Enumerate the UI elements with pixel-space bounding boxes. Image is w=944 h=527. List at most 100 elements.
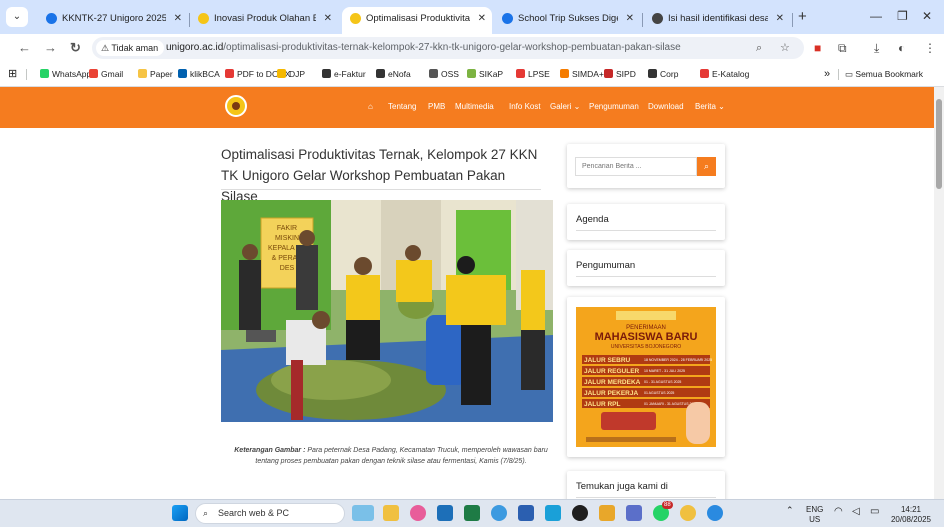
profile-icon[interactable]: ◐ bbox=[898, 38, 905, 58]
extension-icon[interactable]: ■ bbox=[814, 38, 821, 58]
all-bookmarks-button[interactable]: ▭ Semua Bookmark bbox=[845, 66, 923, 82]
close-window-icon[interactable]: ✕ bbox=[922, 5, 932, 27]
bookmark-item[interactable]: e-Faktur bbox=[322, 66, 366, 82]
volume-icon[interactable]: ◁ bbox=[852, 507, 860, 517]
outlook-icon[interactable] bbox=[437, 505, 453, 521]
close-icon[interactable]: ✕ bbox=[626, 7, 634, 31]
widget-divider bbox=[576, 230, 716, 231]
apps-grid-icon[interactable]: ⊞ bbox=[8, 66, 17, 82]
news-search-input[interactable] bbox=[575, 157, 697, 176]
not-secure-badge[interactable]: ⚠ Tidak aman bbox=[96, 40, 165, 56]
notepad-icon[interactable] bbox=[626, 505, 642, 521]
nav-info-kost[interactable]: Info Kost bbox=[509, 102, 541, 112]
chrome-icon[interactable] bbox=[680, 505, 696, 521]
language-indicator[interactable]: ENG US bbox=[806, 506, 823, 524]
network-app-icon[interactable] bbox=[545, 505, 561, 521]
nav-pengumuman[interactable]: Pengumuman bbox=[589, 102, 639, 112]
taskbar-search-box[interactable]: ⌕ Search web & PC bbox=[195, 503, 345, 524]
tab-school-trip[interactable]: School Trip Sukses Digelar d ✕ bbox=[494, 7, 640, 34]
zoom-icon[interactable]: ⌕ bbox=[756, 40, 762, 56]
bookmark-item[interactable]: OSS bbox=[429, 66, 459, 82]
bookmark-item[interactable]: Gmail bbox=[89, 66, 123, 82]
bookmark-favicon-icon bbox=[322, 69, 331, 78]
tab-optimalisasi-active[interactable]: Optimalisasi Produktivitas Te ✕ bbox=[342, 7, 492, 34]
wifi-icon[interactable]: ◠ bbox=[834, 507, 843, 517]
excel-icon[interactable] bbox=[464, 505, 480, 521]
word-icon[interactable] bbox=[518, 505, 534, 521]
nav-multimedia[interactable]: Multimedia bbox=[455, 102, 494, 112]
edge-icon[interactable] bbox=[491, 505, 507, 521]
whatsapp-icon[interactable]: 88 bbox=[653, 501, 673, 521]
reload-icon[interactable]: ↻ bbox=[70, 38, 81, 58]
app-icon[interactable] bbox=[599, 505, 615, 521]
close-icon[interactable]: ✕ bbox=[324, 7, 332, 31]
chevron-up-icon[interactable]: ⌃ bbox=[786, 506, 794, 515]
tab-inovasi[interactable]: Inovasi Produk Olahan Biosf ✕ bbox=[190, 7, 338, 34]
new-tab-icon[interactable]: + bbox=[798, 7, 807, 27]
app-icon[interactable] bbox=[572, 505, 588, 521]
tab-kkntk[interactable]: KKNTK-27 Unigoro 2025 Gel ✕ bbox=[38, 7, 188, 34]
chrome-menu-icon[interactable]: ⋮ bbox=[924, 38, 936, 58]
bookmark-favicon-icon bbox=[648, 69, 657, 78]
back-icon[interactable]: ← bbox=[18, 38, 31, 58]
clock-time: 14:21 bbox=[900, 505, 922, 514]
bookmark-favicon-icon bbox=[376, 69, 385, 78]
bookmark-item[interactable]: SIMDA+ bbox=[560, 66, 604, 82]
unigoro-logo[interactable] bbox=[225, 95, 247, 117]
nav-berita[interactable]: Berita ⌄ bbox=[695, 102, 725, 112]
browser-app-icon[interactable] bbox=[707, 505, 723, 521]
nav-download[interactable]: Download bbox=[648, 102, 684, 112]
bookmark-favicon-icon bbox=[467, 69, 476, 78]
search-button[interactable]: ⌕ bbox=[697, 157, 716, 176]
bookmark-item[interactable]: WhatsApp bbox=[40, 66, 91, 82]
store-icon[interactable] bbox=[410, 505, 426, 521]
tab-search-menu-icon[interactable]: ⌄ bbox=[6, 7, 28, 27]
banner-line3: UNIVERSITAS BOJONEGORO bbox=[611, 344, 681, 350]
bookmark-star-icon[interactable]: ☆ bbox=[780, 40, 790, 56]
bookmark-item[interactable]: eNofa bbox=[376, 66, 411, 82]
clock[interactable]: 14:21 20/08/2025 bbox=[886, 506, 936, 524]
nav-galeri[interactable]: Galeri ⌄ bbox=[550, 102, 580, 112]
more-bookmarks-button[interactable]: » bbox=[824, 66, 830, 82]
extensions-puzzle-icon[interactable]: ⧉ bbox=[838, 38, 847, 58]
nav-tentang[interactable]: Tentang bbox=[388, 102, 416, 112]
address-bar[interactable]: ⚠ Tidak aman unigoro.ac.id/optimalisasi-… bbox=[92, 37, 804, 59]
bookmark-item[interactable]: DJP bbox=[277, 66, 305, 82]
bookmark-item[interactable]: Paper bbox=[138, 66, 173, 82]
bookmark-item[interactable]: LPSE bbox=[516, 66, 550, 82]
file-explorer-icon[interactable] bbox=[383, 505, 399, 521]
battery-icon[interactable]: ▭ bbox=[870, 507, 879, 517]
url-text[interactable]: unigoro.ac.id/optimalisasi-produktivitas… bbox=[166, 37, 681, 59]
restore-icon[interactable]: ❐ bbox=[897, 5, 908, 27]
widgets-icon[interactable] bbox=[352, 505, 374, 521]
scroll-thumb[interactable] bbox=[936, 99, 942, 189]
minimize-icon[interactable]: — bbox=[870, 5, 882, 27]
download-icon[interactable]: ⤓ bbox=[874, 38, 879, 58]
bookmark-favicon-icon bbox=[40, 69, 49, 78]
page-scrollbar[interactable] bbox=[934, 87, 944, 499]
bookmark-item[interactable]: SIPD bbox=[604, 66, 636, 82]
bookmark-item[interactable]: E-Katalog bbox=[700, 66, 749, 82]
windows-start-icon[interactable] bbox=[172, 505, 188, 521]
tab-title: School Trip Sukses Digelar d bbox=[518, 13, 618, 24]
bookmark-favicon-icon bbox=[604, 69, 613, 78]
search-icon: ⌕ bbox=[703, 161, 710, 171]
pmb-banner[interactable]: PENERIMAAN MAHASISWA BARU UNIVERSITAS BO… bbox=[576, 307, 716, 447]
tab-identifikasi[interactable]: Isi hasil identifikasi desa ✕ bbox=[644, 7, 790, 34]
bookmark-divider bbox=[26, 69, 27, 80]
tab-favicon bbox=[502, 13, 513, 24]
bookmark-favicon-icon bbox=[225, 69, 234, 78]
region-label: US bbox=[809, 515, 821, 524]
forward-icon[interactable]: → bbox=[44, 38, 57, 58]
home-icon[interactable]: ⌂ bbox=[368, 102, 373, 112]
bookmark-favicon-icon bbox=[178, 69, 187, 78]
bookmark-item[interactable]: Corp bbox=[648, 66, 678, 82]
close-icon[interactable]: ✕ bbox=[776, 7, 784, 31]
nav-pmb[interactable]: PMB bbox=[428, 102, 445, 112]
tab-title: Inovasi Produk Olahan Biosf bbox=[214, 13, 316, 24]
close-icon[interactable]: ✕ bbox=[478, 7, 486, 31]
bookmark-favicon-icon bbox=[89, 69, 98, 78]
bookmark-item[interactable]: klikBCA bbox=[178, 66, 220, 82]
close-icon[interactable]: ✕ bbox=[174, 7, 182, 31]
bookmark-item[interactable]: SIKaP bbox=[467, 66, 503, 82]
